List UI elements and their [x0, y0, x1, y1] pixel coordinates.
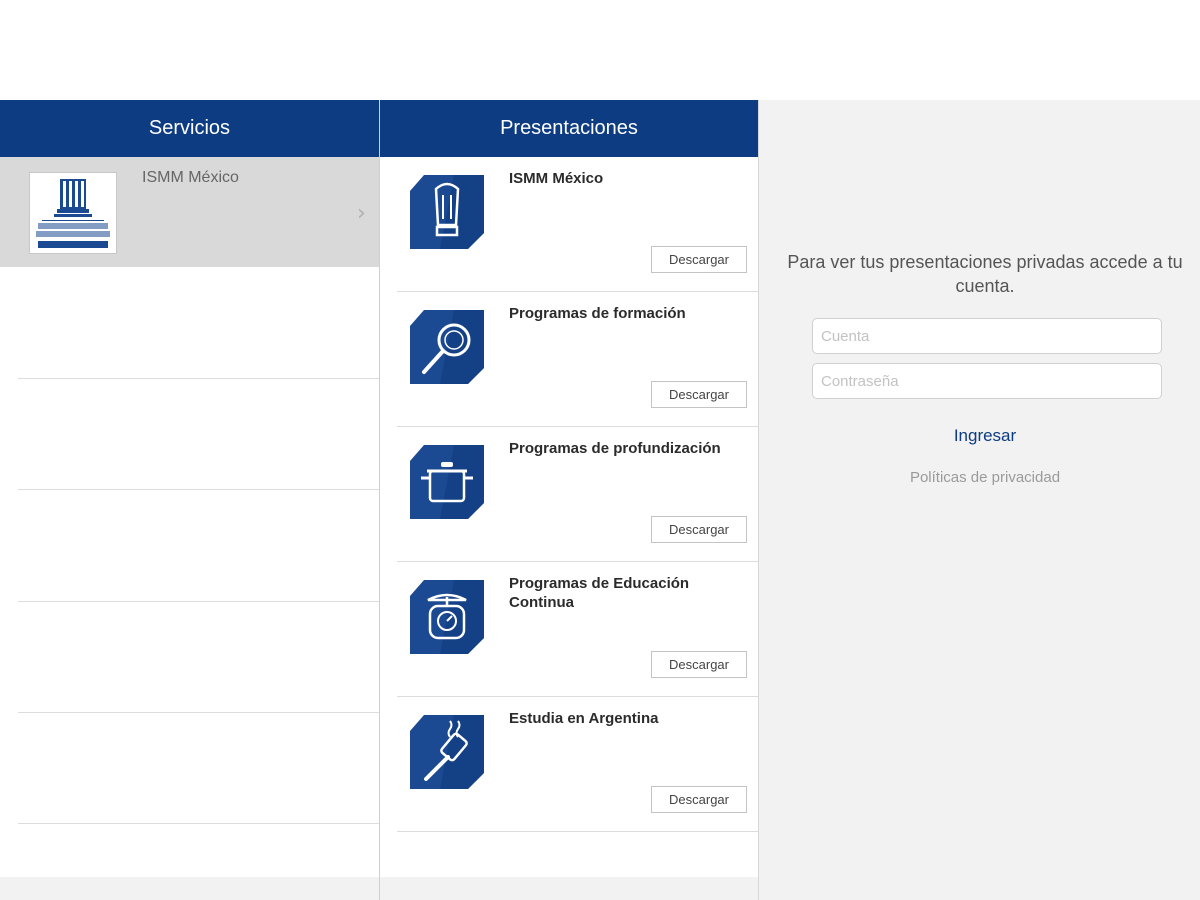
list-divider [18, 601, 379, 602]
spatula-icon [410, 715, 484, 789]
list-divider [18, 378, 379, 379]
services-item-title: ISMM México [142, 169, 239, 186]
list-divider [18, 712, 379, 713]
presentation-title: Programas de formación [509, 305, 686, 322]
list-divider [18, 489, 379, 490]
services-list-item[interactable]: ISMM México › [0, 157, 379, 267]
whisk-icon [410, 310, 484, 384]
presentation-item: Estudia en Argentina Descargar [380, 697, 758, 832]
services-footer [0, 877, 379, 900]
chef-hat-icon [410, 175, 484, 249]
presentations-panel: Presentaciones ISMM México Descargar Pro… [380, 100, 758, 900]
presentations-header: Presentaciones [380, 100, 758, 157]
presentations-footer [380, 877, 758, 900]
account-field[interactable] [812, 318, 1162, 354]
services-header: Servicios [0, 100, 379, 157]
chevron-right-icon: › [357, 201, 366, 226]
download-button[interactable]: Descargar [651, 651, 747, 678]
services-panel: Servicios ISMM México › [0, 100, 379, 900]
privacy-policy-link[interactable]: Políticas de privacidad [759, 469, 1200, 486]
download-button[interactable]: Descargar [651, 786, 747, 813]
presentation-item: Programas de formación Descargar [380, 292, 758, 427]
top-bar [0, 0, 1200, 100]
kitchen-scale-icon [410, 580, 484, 654]
login-message: Para ver tus presentaciones privadas acc… [787, 252, 1183, 296]
download-button[interactable]: Descargar [651, 246, 747, 273]
presentation-item: Programas de profundización Descargar [380, 427, 758, 562]
school-logo [29, 172, 117, 254]
cooking-pot-icon [410, 445, 484, 519]
download-button[interactable]: Descargar [651, 516, 747, 543]
presentation-item: Programas de Educación Continua Descarga… [380, 562, 758, 697]
presentation-title: Programas de Educación Continua [509, 575, 690, 611]
presentation-title: Programas de profundización [509, 440, 721, 457]
presentation-title: ISMM México [509, 170, 604, 187]
password-field[interactable] [812, 363, 1162, 399]
presentation-item: ISMM México Descargar [380, 157, 758, 292]
presentation-title: Estudia en Argentina [509, 710, 659, 727]
login-panel: Para ver tus presentaciones privadas acc… [759, 100, 1200, 900]
login-button[interactable]: Ingresar [759, 426, 1200, 446]
list-divider [397, 831, 758, 832]
list-divider [18, 823, 379, 824]
download-button[interactable]: Descargar [651, 381, 747, 408]
